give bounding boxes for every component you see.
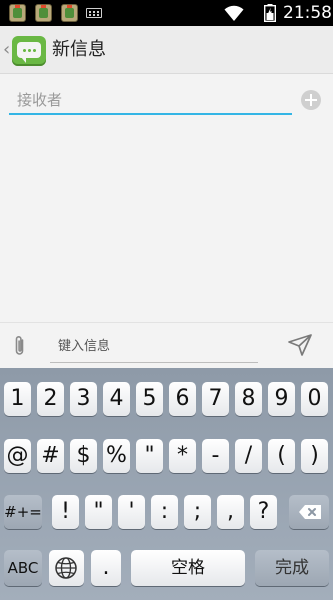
- app-notification-icon: [9, 4, 26, 22]
- key-7[interactable]: 7: [202, 382, 229, 416]
- key-open-paren[interactable]: (: [268, 439, 295, 473]
- language-key[interactable]: [49, 550, 84, 586]
- app-notification-icon: [61, 4, 78, 22]
- key-3[interactable]: 3: [70, 382, 97, 416]
- key-apostrophe[interactable]: ': [118, 495, 145, 529]
- compose-bar: [0, 322, 333, 368]
- key-question[interactable]: ?: [250, 495, 277, 529]
- globe-icon: [55, 557, 77, 579]
- key-4[interactable]: 4: [103, 382, 130, 416]
- key-slash[interactable]: /: [235, 439, 262, 473]
- key-period[interactable]: .: [91, 550, 121, 586]
- key-5[interactable]: 5: [136, 382, 163, 416]
- keyboard: 1 2 3 4 5 6 7 8 9 0 @ # $ % " * - / ( ) …: [0, 368, 333, 600]
- send-icon[interactable]: [287, 333, 313, 357]
- status-bar: 21:58: [0, 0, 333, 26]
- key-close-paren[interactable]: ): [301, 439, 328, 473]
- backspace-key[interactable]: [289, 495, 329, 529]
- action-bar: ‹ 新信息: [0, 26, 333, 74]
- done-key[interactable]: 完成: [255, 550, 329, 586]
- key-percent[interactable]: %: [103, 439, 130, 473]
- key-0[interactable]: 0: [301, 382, 328, 416]
- key-dollar[interactable]: $: [70, 439, 97, 473]
- key-comma[interactable]: ,: [217, 495, 244, 529]
- app-notification-icon: [35, 4, 52, 22]
- key-semicolon[interactable]: ;: [184, 495, 211, 529]
- attach-icon[interactable]: [11, 334, 29, 358]
- recipient-input[interactable]: [9, 87, 292, 115]
- wifi-icon: [224, 5, 244, 21]
- key-minus[interactable]: -: [202, 439, 229, 473]
- space-key[interactable]: 空格: [131, 550, 245, 586]
- key-hash[interactable]: #: [37, 439, 64, 473]
- battery-icon: [264, 4, 276, 22]
- back-chevron-icon: ‹: [3, 39, 11, 60]
- page-title: 新信息: [52, 39, 106, 60]
- key-colon[interactable]: :: [151, 495, 178, 529]
- key-9[interactable]: 9: [268, 382, 295, 416]
- key-2[interactable]: 2: [37, 382, 64, 416]
- add-contact-icon[interactable]: [301, 90, 321, 110]
- key-exclamation[interactable]: !: [52, 495, 79, 529]
- keyboard-notification-icon: [86, 8, 102, 18]
- message-input[interactable]: [50, 331, 258, 363]
- backspace-icon: [299, 505, 321, 519]
- messaging-app-icon: [12, 36, 46, 66]
- key-double-quote[interactable]: ": [136, 439, 163, 473]
- key-asterisk[interactable]: *: [169, 439, 196, 473]
- key-more-symbols[interactable]: #+=: [4, 495, 42, 529]
- key-quote[interactable]: ": [85, 495, 112, 529]
- clock: 21:58: [283, 3, 332, 23]
- key-1[interactable]: 1: [4, 382, 31, 416]
- key-6[interactable]: 6: [169, 382, 196, 416]
- key-abc[interactable]: ABC: [4, 550, 42, 586]
- key-8[interactable]: 8: [235, 382, 262, 416]
- key-at[interactable]: @: [4, 439, 31, 473]
